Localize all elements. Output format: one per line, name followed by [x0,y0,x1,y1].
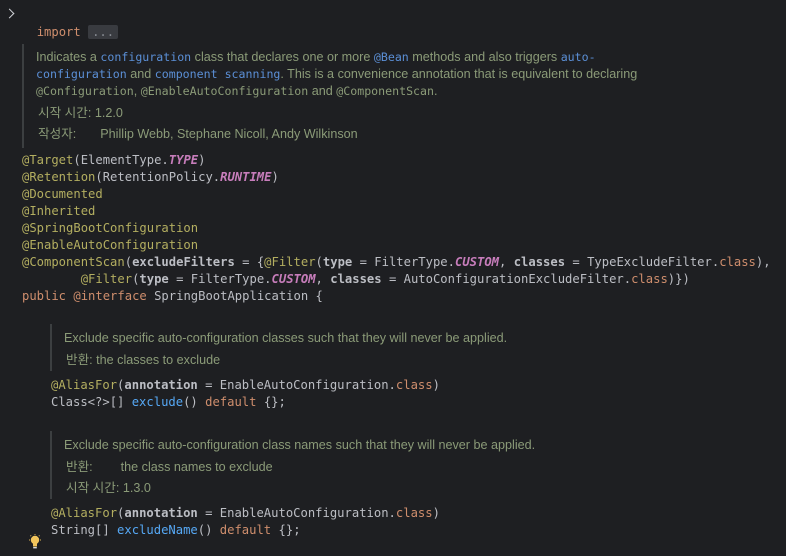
import-line[interactable]: import ... [22,7,119,41]
exclude-doc-text: Exclude specific auto-configuration clas… [64,331,508,345]
exclude-name-method-name[interactable]: excludeName [117,523,198,537]
import-keyword: import [36,25,81,39]
sbc-annotation-line[interactable]: @SpringBootConfiguration [22,220,198,237]
configuration-link[interactable]: configuration [100,50,191,64]
retention-annotation-line[interactable]: @Retention(RetentionPolicy.RUNTIME) [22,169,279,186]
exclude-javadoc: Exclude specific auto-configuration clas… [64,330,507,369]
componentscan-line2[interactable]: @Filter(type = FilterType.CUSTOM, classe… [22,271,690,288]
eac-annotation-line[interactable]: @EnableAutoConfiguration [22,237,198,254]
exclude-name-doc-text: Exclude specific auto-configuration clas… [64,438,536,452]
author-row: 작성자: Phillip Webb, Stephane Nicoll, Andy … [38,127,358,141]
class-doc-line2: configuration and component scanning. Th… [36,67,638,81]
exclude-name-aliasfor-line[interactable]: @AliasFor(annotation = EnableAutoConfigu… [51,505,440,522]
exclude-name-return-row: 반환: the class names to exclude [66,460,273,474]
since-row: 시작 시간: 1.2.0 [38,106,123,120]
exclude-name-javadoc: Exclude specific auto-configuration clas… [64,437,535,497]
target-annotation-line[interactable]: @Target(ElementType.TYPE) [22,152,205,169]
lightbulb-icon[interactable] [28,534,42,550]
exclude-doc-bar [50,324,52,371]
component-scanning-link[interactable]: component scanning [155,67,281,81]
class-name[interactable]: SpringBootApplication [154,289,308,303]
folded-imports[interactable]: ... [88,25,119,39]
bean-link[interactable]: @Bean [374,50,409,64]
exclude-name-method-line[interactable]: String[] excludeName() default {}; [51,522,301,539]
exclude-name-doc-bar [50,431,52,499]
doc-gutter-bar [22,44,24,148]
componentscan-line1[interactable]: @ComponentScan(excludeFilters = {@Filter… [22,254,771,271]
documented-annotation-line[interactable]: @Documented [22,186,103,203]
exclude-return-row: 반환: the classes to exclude [66,353,221,367]
exclude-method-line[interactable]: Class<?>[] exclude() default {}; [51,394,286,411]
class-doc-line3: @Configuration, @EnableAutoConfiguration… [36,84,438,98]
exclude-name-since-row: 시작 시간: 1.3.0 [66,481,151,495]
exclude-method-name[interactable]: exclude [132,395,183,409]
interface-declaration-line[interactable]: public @interface SpringBootApplication … [22,288,323,305]
class-javadoc: Indicates a configuration class that dec… [36,49,756,143]
exclude-aliasfor-line[interactable]: @AliasFor(annotation = EnableAutoConfigu… [51,377,440,394]
auto-configuration-link[interactable]: auto- [561,50,596,64]
auto-configuration-link-cont[interactable]: configuration [36,67,127,81]
inherited-annotation-line[interactable]: @Inherited [22,203,95,220]
class-doc-line1: Indicates a configuration class that dec… [36,50,596,64]
editor-gutter [0,0,18,556]
